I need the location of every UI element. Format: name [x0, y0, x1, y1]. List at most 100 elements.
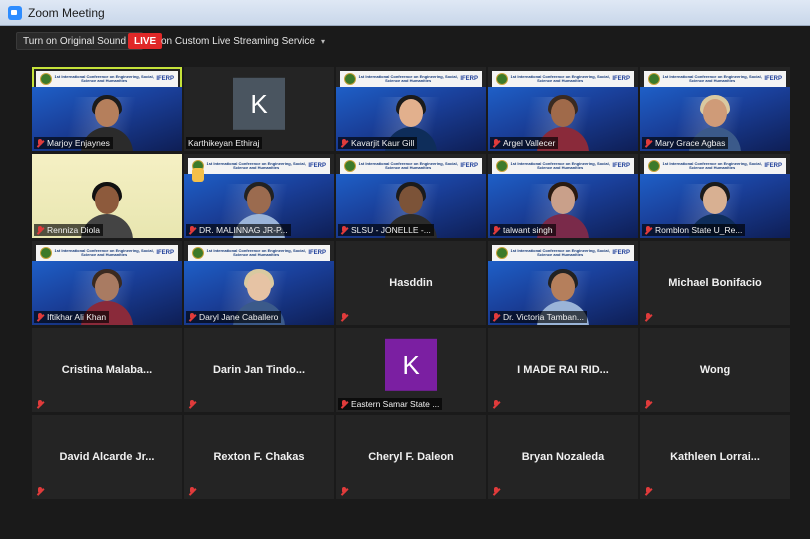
participant-tile[interactable]: 1st International Conference on Engineer…: [336, 154, 486, 238]
participant-name: Daryl Jane Caballero: [199, 312, 279, 322]
muted-mic-icon: [340, 399, 348, 409]
participant-name-label: Marjoy Enjaynes: [34, 137, 113, 149]
participant-name-display: Bryan Nozaleda: [521, 451, 605, 463]
conference-banner: 1st International Conference on Engineer…: [36, 71, 178, 87]
participant-name: Eastern Samar State ...: [351, 399, 440, 409]
muted-mic-icon: [36, 487, 44, 496]
banner-text: 1st International Conference on Engineer…: [510, 161, 610, 170]
banner-text: 1st International Conference on Engineer…: [358, 74, 458, 83]
window-title: Zoom Meeting: [28, 5, 105, 20]
participant-tile[interactable]: Bryan Nozaleda: [488, 415, 638, 499]
participant-tile[interactable]: 1st International Conference on Engineer…: [32, 241, 182, 325]
participant-tile[interactable]: David Alcarde Jr...: [32, 415, 182, 499]
conference-logo-icon: [496, 247, 508, 259]
participant-name-label: Dr. Victoria Tamban...: [490, 311, 587, 323]
muted-mic-icon: [188, 400, 196, 409]
participant-name: Argel Vallecer: [503, 138, 556, 148]
conference-logo-icon: [40, 247, 52, 259]
participant-name-display: Cristina Malaba...: [61, 364, 153, 376]
conference-logo-icon: [496, 160, 508, 172]
participant-name-display: Rexton F. Chakas: [213, 451, 305, 463]
muted-mic-icon: [36, 138, 44, 148]
iferp-logo: IFERP: [308, 163, 326, 169]
banner-text: 1st International Conference on Engineer…: [54, 74, 154, 83]
original-sound-button[interactable]: Turn on Original Sound ▾: [16, 32, 144, 50]
iferp-logo: IFERP: [612, 76, 630, 82]
muted-mic-icon: [492, 312, 500, 322]
live-stream-service-menu[interactable]: on Custom Live Streaming Service ▾: [155, 32, 331, 50]
muted-mic-icon: [644, 225, 652, 235]
conference-logo-icon: [344, 160, 356, 172]
participant-tile[interactable]: Kathleen Lorrai...: [640, 415, 790, 499]
participant-name: Karthikeyan Ethiraj: [188, 138, 260, 148]
participant-name-label: Daryl Jane Caballero: [186, 311, 282, 323]
participant-name-display: Wong: [699, 364, 731, 376]
title-bar: Zoom Meeting: [0, 0, 810, 26]
participant-tile[interactable]: 1st International Conference on Engineer…: [488, 241, 638, 325]
conference-banner: 1st International Conference on Engineer…: [340, 158, 482, 174]
participant-name-display: Michael Bonifacio: [668, 277, 762, 289]
live-stream-label: on Custom Live Streaming Service: [161, 35, 315, 47]
conference-logo-icon: [648, 73, 660, 85]
participant-name-display: Kathleen Lorrai...: [670, 451, 760, 463]
participant-avatar: K: [233, 77, 285, 130]
participant-tile[interactable]: Darin Jan Tindo...: [184, 328, 334, 412]
participant-name: Marjoy Enjaynes: [47, 138, 110, 148]
raised-hand-icon: [192, 168, 204, 182]
participant-name-display: Cheryl F. Daleon: [368, 451, 454, 463]
participant-tile[interactable]: Rexton F. Chakas: [184, 415, 334, 499]
conference-logo-icon: [192, 247, 204, 259]
participant-tile[interactable]: Cristina Malaba...: [32, 328, 182, 412]
conference-banner: 1st International Conference on Engineer…: [340, 71, 482, 87]
iferp-logo: IFERP: [308, 250, 326, 256]
muted-mic-icon: [492, 138, 500, 148]
participant-tile[interactable]: 1st International Conference on Engineer…: [184, 241, 334, 325]
participant-tile[interactable]: 1st International Conference on Engineer…: [488, 154, 638, 238]
participant-name-label: Iftikhar Ali Khan: [34, 311, 110, 323]
participant-name-label: Mary Grace Agbas: [642, 137, 729, 149]
participant-tile[interactable]: Cheryl F. Daleon: [336, 415, 486, 499]
zoom-window: Zoom Meeting Turn on Original Sound ▾ LI…: [0, 0, 810, 539]
participant-name-display: David Alcarde Jr...: [59, 451, 155, 463]
iferp-logo: IFERP: [764, 163, 782, 169]
chevron-down-icon[interactable]: ▾: [321, 37, 325, 46]
participant-tile[interactable]: 1st International Conference on Engineer…: [32, 67, 182, 151]
conference-logo-icon: [496, 73, 508, 85]
banner-text: 1st International Conference on Engineer…: [206, 248, 306, 257]
participant-tile[interactable]: Hasddin: [336, 241, 486, 325]
participant-tile[interactable]: K Eastern Samar State ...: [336, 328, 486, 412]
participant-tile[interactable]: Wong: [640, 328, 790, 412]
zoom-logo-icon: [8, 5, 22, 20]
muted-mic-icon: [340, 487, 348, 496]
participant-avatar: K: [385, 338, 437, 391]
conference-banner: 1st International Conference on Engineer…: [492, 158, 634, 174]
participant-tile[interactable]: 1st International Conference on Engineer…: [640, 154, 790, 238]
banner-text: 1st International Conference on Engineer…: [206, 161, 306, 170]
participant-name: Mary Grace Agbas: [655, 138, 726, 148]
conference-banner: 1st International Conference on Engineer…: [188, 245, 330, 261]
muted-mic-icon: [188, 312, 196, 322]
gallery-view-grid: 1st International Conference on Engineer…: [32, 67, 792, 500]
muted-mic-icon: [492, 400, 500, 409]
original-sound-label: Turn on Original Sound: [23, 35, 127, 47]
banner-text: 1st International Conference on Engineer…: [662, 161, 762, 170]
muted-mic-icon: [36, 225, 44, 235]
participant-tile[interactable]: I MADE RAI RID...: [488, 328, 638, 412]
participant-name-label: Eastern Samar State ...: [338, 398, 443, 410]
participant-tile[interactable]: K Karthikeyan Ethiraj: [184, 67, 334, 151]
participant-tile[interactable]: Michael Bonifacio: [640, 241, 790, 325]
conference-logo-icon: [648, 160, 660, 172]
banner-text: 1st International Conference on Engineer…: [54, 248, 154, 257]
participant-tile[interactable]: 1st International Conference on Engineer…: [184, 154, 334, 238]
iferp-logo: IFERP: [460, 76, 478, 82]
banner-text: 1st International Conference on Engineer…: [662, 74, 762, 83]
conference-banner: 1st International Conference on Engineer…: [188, 158, 330, 174]
participant-name-label: Argel Vallecer: [490, 137, 559, 149]
participant-tile[interactable]: 1st International Conference on Engineer…: [640, 67, 790, 151]
participant-tile[interactable]: Renniza Diola: [32, 154, 182, 238]
participant-tile[interactable]: 1st International Conference on Engineer…: [336, 67, 486, 151]
participant-tile[interactable]: 1st International Conference on Engineer…: [488, 67, 638, 151]
iferp-logo: IFERP: [612, 163, 630, 169]
participant-name-label: Karthikeyan Ethiraj: [186, 137, 263, 149]
participant-name-display: I MADE RAI RID...: [517, 364, 609, 376]
